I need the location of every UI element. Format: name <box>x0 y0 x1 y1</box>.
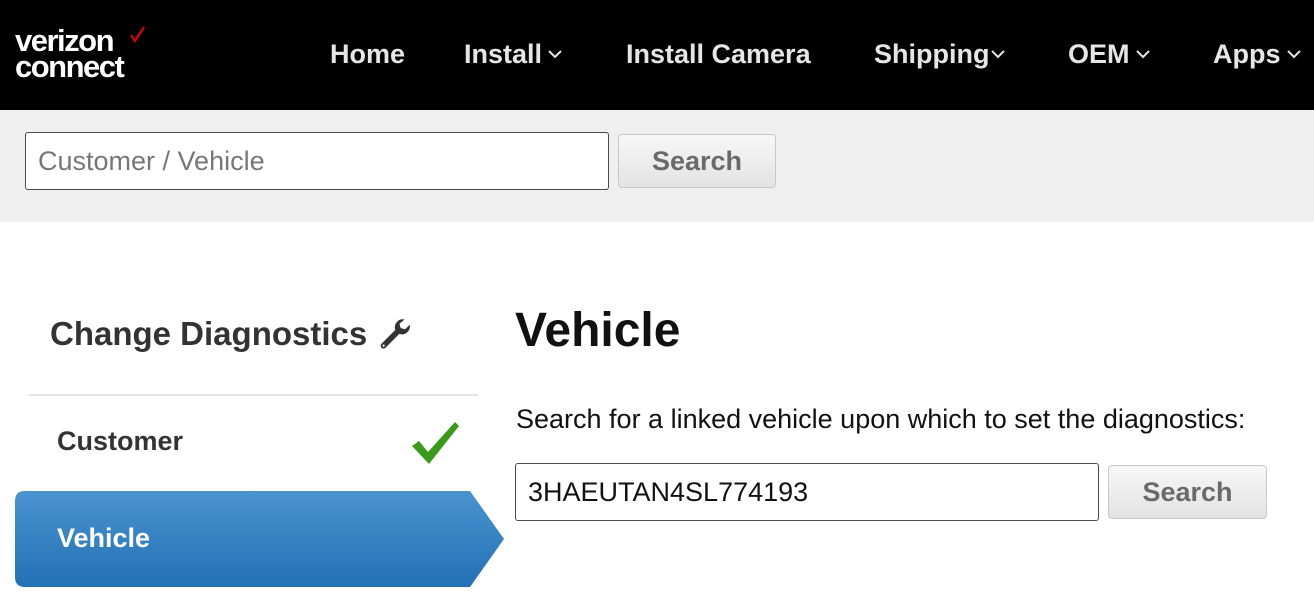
nav-install-camera-label: Install Camera <box>626 39 811 69</box>
nav-shipping-label: Shipping <box>874 39 990 69</box>
nav-install-label: Install <box>464 39 543 69</box>
chevron-down-icon <box>1286 50 1301 59</box>
page-title: Vehicle <box>515 304 681 357</box>
top-navbar: verizon connect Home Install Install Cam… <box>0 0 1314 110</box>
nav-apps-label: Apps <box>1213 39 1281 69</box>
step-customer-label: Customer <box>57 426 184 456</box>
nav-shipping[interactable]: Shipping <box>874 38 1007 70</box>
wrench-icon <box>380 319 411 349</box>
logo-check-icon <box>130 26 146 44</box>
nav-home[interactable]: Home <box>330 38 405 70</box>
global-search-bar: Search <box>0 110 1314 222</box>
sidebar-title: Change Diagnostics <box>50 312 413 356</box>
checkmark-icon <box>412 422 459 464</box>
nav-install-camera[interactable]: Install Camera <box>626 38 811 70</box>
chevron-down-icon <box>991 50 1006 59</box>
step-customer[interactable]: Customer <box>29 404 478 484</box>
nav-apps[interactable]: Apps <box>1213 38 1303 70</box>
customer-vehicle-search-input[interactable] <box>25 132 609 190</box>
search-instruction: Search for a linked vehicle upon which t… <box>516 404 1246 434</box>
step-vehicle-active[interactable]: Vehicle <box>15 491 505 587</box>
step-vehicle-label: Vehicle <box>57 523 151 553</box>
vehicle-search-button[interactable]: Search <box>1108 465 1267 519</box>
vehicle-search-input[interactable] <box>515 463 1099 521</box>
verizon-connect-logo[interactable]: verizon connect <box>15 25 155 86</box>
nav-oem[interactable]: OEM <box>1068 38 1152 70</box>
chevron-down-icon <box>548 50 562 59</box>
chevron-down-icon <box>1135 50 1150 59</box>
sidebar-title-text: Change Diagnostics <box>50 315 368 352</box>
sidebar-divider <box>29 394 478 396</box>
nav-install[interactable]: Install <box>464 38 564 70</box>
nav-oem-label: OEM <box>1068 39 1130 69</box>
logo-line-2: connect <box>15 49 125 84</box>
nav-home-label: Home <box>330 39 406 69</box>
global-search-button[interactable]: Search <box>618 134 776 188</box>
